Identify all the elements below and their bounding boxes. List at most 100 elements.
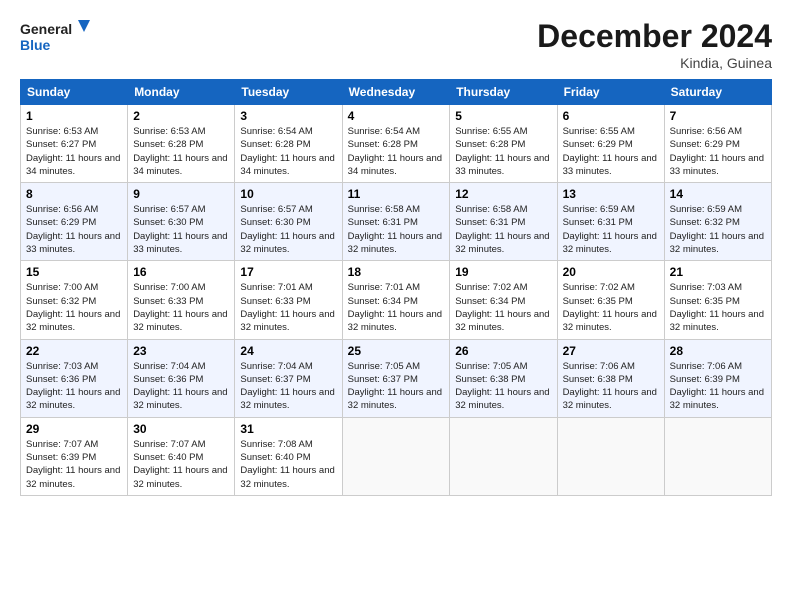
day-number: 10 bbox=[240, 187, 336, 201]
day-info: Sunrise: 6:59 AMSunset: 6:31 PMDaylight:… bbox=[563, 204, 657, 255]
day-info: Sunrise: 7:01 AMSunset: 6:33 PMDaylight:… bbox=[240, 282, 334, 333]
day-info: Sunrise: 7:05 AMSunset: 6:38 PMDaylight:… bbox=[455, 361, 549, 412]
calendar-cell: 26 Sunrise: 7:05 AMSunset: 6:38 PMDaylig… bbox=[450, 339, 557, 417]
col-header-saturday: Saturday bbox=[664, 80, 771, 105]
calendar-cell: 5 Sunrise: 6:55 AMSunset: 6:28 PMDayligh… bbox=[450, 105, 557, 183]
day-info: Sunrise: 6:56 AMSunset: 6:29 PMDaylight:… bbox=[670, 126, 764, 177]
header: General Blue December 2024 Kindia, Guine… bbox=[20, 18, 772, 71]
calendar-cell: 9 Sunrise: 6:57 AMSunset: 6:30 PMDayligh… bbox=[128, 183, 235, 261]
calendar-cell: 19 Sunrise: 7:02 AMSunset: 6:34 PMDaylig… bbox=[450, 261, 557, 339]
calendar-cell: 30 Sunrise: 7:07 AMSunset: 6:40 PMDaylig… bbox=[128, 417, 235, 495]
calendar-cell: 17 Sunrise: 7:01 AMSunset: 6:33 PMDaylig… bbox=[235, 261, 342, 339]
calendar-cell: 20 Sunrise: 7:02 AMSunset: 6:35 PMDaylig… bbox=[557, 261, 664, 339]
col-header-wednesday: Wednesday bbox=[342, 80, 450, 105]
day-info: Sunrise: 7:03 AMSunset: 6:36 PMDaylight:… bbox=[26, 361, 120, 412]
day-number: 7 bbox=[670, 109, 766, 123]
day-number: 3 bbox=[240, 109, 336, 123]
calendar-cell bbox=[450, 417, 557, 495]
day-number: 30 bbox=[133, 422, 229, 436]
day-number: 24 bbox=[240, 344, 336, 358]
calendar-cell: 23 Sunrise: 7:04 AMSunset: 6:36 PMDaylig… bbox=[128, 339, 235, 417]
day-info: Sunrise: 6:55 AMSunset: 6:29 PMDaylight:… bbox=[563, 126, 657, 177]
calendar-cell: 25 Sunrise: 7:05 AMSunset: 6:37 PMDaylig… bbox=[342, 339, 450, 417]
location: Kindia, Guinea bbox=[537, 55, 772, 71]
calendar-cell: 14 Sunrise: 6:59 AMSunset: 6:32 PMDaylig… bbox=[664, 183, 771, 261]
day-info: Sunrise: 6:54 AMSunset: 6:28 PMDaylight:… bbox=[348, 126, 442, 177]
calendar-cell: 10 Sunrise: 6:57 AMSunset: 6:30 PMDaylig… bbox=[235, 183, 342, 261]
calendar-cell: 28 Sunrise: 7:06 AMSunset: 6:39 PMDaylig… bbox=[664, 339, 771, 417]
col-header-sunday: Sunday bbox=[21, 80, 128, 105]
col-header-friday: Friday bbox=[557, 80, 664, 105]
day-number: 20 bbox=[563, 265, 659, 279]
calendar-cell: 16 Sunrise: 7:00 AMSunset: 6:33 PMDaylig… bbox=[128, 261, 235, 339]
day-number: 26 bbox=[455, 344, 551, 358]
calendar-table: SundayMondayTuesdayWednesdayThursdayFrid… bbox=[20, 79, 772, 496]
title-block: December 2024 Kindia, Guinea bbox=[537, 18, 772, 71]
svg-text:General: General bbox=[20, 21, 72, 37]
day-number: 12 bbox=[455, 187, 551, 201]
day-info: Sunrise: 7:05 AMSunset: 6:37 PMDaylight:… bbox=[348, 361, 442, 412]
day-number: 4 bbox=[348, 109, 445, 123]
day-info: Sunrise: 6:58 AMSunset: 6:31 PMDaylight:… bbox=[455, 204, 549, 255]
day-info: Sunrise: 7:04 AMSunset: 6:36 PMDaylight:… bbox=[133, 361, 227, 412]
calendar-cell: 22 Sunrise: 7:03 AMSunset: 6:36 PMDaylig… bbox=[21, 339, 128, 417]
day-info: Sunrise: 6:59 AMSunset: 6:32 PMDaylight:… bbox=[670, 204, 764, 255]
calendar-cell: 13 Sunrise: 6:59 AMSunset: 6:31 PMDaylig… bbox=[557, 183, 664, 261]
calendar-cell: 21 Sunrise: 7:03 AMSunset: 6:35 PMDaylig… bbox=[664, 261, 771, 339]
day-number: 23 bbox=[133, 344, 229, 358]
calendar-cell: 29 Sunrise: 7:07 AMSunset: 6:39 PMDaylig… bbox=[21, 417, 128, 495]
day-number: 15 bbox=[26, 265, 122, 279]
calendar-cell bbox=[664, 417, 771, 495]
calendar-cell: 27 Sunrise: 7:06 AMSunset: 6:38 PMDaylig… bbox=[557, 339, 664, 417]
day-number: 19 bbox=[455, 265, 551, 279]
logo-svg: General Blue bbox=[20, 18, 90, 58]
day-number: 18 bbox=[348, 265, 445, 279]
calendar-cell: 8 Sunrise: 6:56 AMSunset: 6:29 PMDayligh… bbox=[21, 183, 128, 261]
day-info: Sunrise: 7:06 AMSunset: 6:38 PMDaylight:… bbox=[563, 361, 657, 412]
calendar-cell: 24 Sunrise: 7:04 AMSunset: 6:37 PMDaylig… bbox=[235, 339, 342, 417]
calendar-cell: 3 Sunrise: 6:54 AMSunset: 6:28 PMDayligh… bbox=[235, 105, 342, 183]
day-info: Sunrise: 7:00 AMSunset: 6:33 PMDaylight:… bbox=[133, 282, 227, 333]
day-number: 29 bbox=[26, 422, 122, 436]
day-number: 2 bbox=[133, 109, 229, 123]
day-number: 31 bbox=[240, 422, 336, 436]
day-number: 5 bbox=[455, 109, 551, 123]
day-number: 16 bbox=[133, 265, 229, 279]
calendar-cell: 11 Sunrise: 6:58 AMSunset: 6:31 PMDaylig… bbox=[342, 183, 450, 261]
page: General Blue December 2024 Kindia, Guine… bbox=[0, 0, 792, 612]
day-info: Sunrise: 7:01 AMSunset: 6:34 PMDaylight:… bbox=[348, 282, 442, 333]
day-info: Sunrise: 7:03 AMSunset: 6:35 PMDaylight:… bbox=[670, 282, 764, 333]
logo: General Blue bbox=[20, 18, 90, 58]
day-info: Sunrise: 7:08 AMSunset: 6:40 PMDaylight:… bbox=[240, 439, 334, 490]
day-info: Sunrise: 6:54 AMSunset: 6:28 PMDaylight:… bbox=[240, 126, 334, 177]
day-number: 25 bbox=[348, 344, 445, 358]
calendar-cell: 18 Sunrise: 7:01 AMSunset: 6:34 PMDaylig… bbox=[342, 261, 450, 339]
day-number: 1 bbox=[26, 109, 122, 123]
day-number: 9 bbox=[133, 187, 229, 201]
day-info: Sunrise: 6:53 AMSunset: 6:27 PMDaylight:… bbox=[26, 126, 120, 177]
calendar-cell: 6 Sunrise: 6:55 AMSunset: 6:29 PMDayligh… bbox=[557, 105, 664, 183]
day-info: Sunrise: 6:55 AMSunset: 6:28 PMDaylight:… bbox=[455, 126, 549, 177]
day-info: Sunrise: 7:06 AMSunset: 6:39 PMDaylight:… bbox=[670, 361, 764, 412]
day-info: Sunrise: 7:02 AMSunset: 6:35 PMDaylight:… bbox=[563, 282, 657, 333]
day-info: Sunrise: 7:04 AMSunset: 6:37 PMDaylight:… bbox=[240, 361, 334, 412]
calendar-cell bbox=[342, 417, 450, 495]
day-number: 11 bbox=[348, 187, 445, 201]
svg-text:Blue: Blue bbox=[20, 37, 51, 53]
day-info: Sunrise: 6:56 AMSunset: 6:29 PMDaylight:… bbox=[26, 204, 120, 255]
day-number: 27 bbox=[563, 344, 659, 358]
day-number: 13 bbox=[563, 187, 659, 201]
day-number: 6 bbox=[563, 109, 659, 123]
calendar-cell: 31 Sunrise: 7:08 AMSunset: 6:40 PMDaylig… bbox=[235, 417, 342, 495]
day-info: Sunrise: 7:02 AMSunset: 6:34 PMDaylight:… bbox=[455, 282, 549, 333]
day-info: Sunrise: 7:00 AMSunset: 6:32 PMDaylight:… bbox=[26, 282, 120, 333]
day-number: 21 bbox=[670, 265, 766, 279]
day-info: Sunrise: 6:58 AMSunset: 6:31 PMDaylight:… bbox=[348, 204, 442, 255]
day-info: Sunrise: 6:57 AMSunset: 6:30 PMDaylight:… bbox=[240, 204, 334, 255]
day-number: 14 bbox=[670, 187, 766, 201]
day-number: 28 bbox=[670, 344, 766, 358]
calendar-cell: 2 Sunrise: 6:53 AMSunset: 6:28 PMDayligh… bbox=[128, 105, 235, 183]
month-title: December 2024 bbox=[537, 18, 772, 55]
day-number: 22 bbox=[26, 344, 122, 358]
day-info: Sunrise: 6:53 AMSunset: 6:28 PMDaylight:… bbox=[133, 126, 227, 177]
